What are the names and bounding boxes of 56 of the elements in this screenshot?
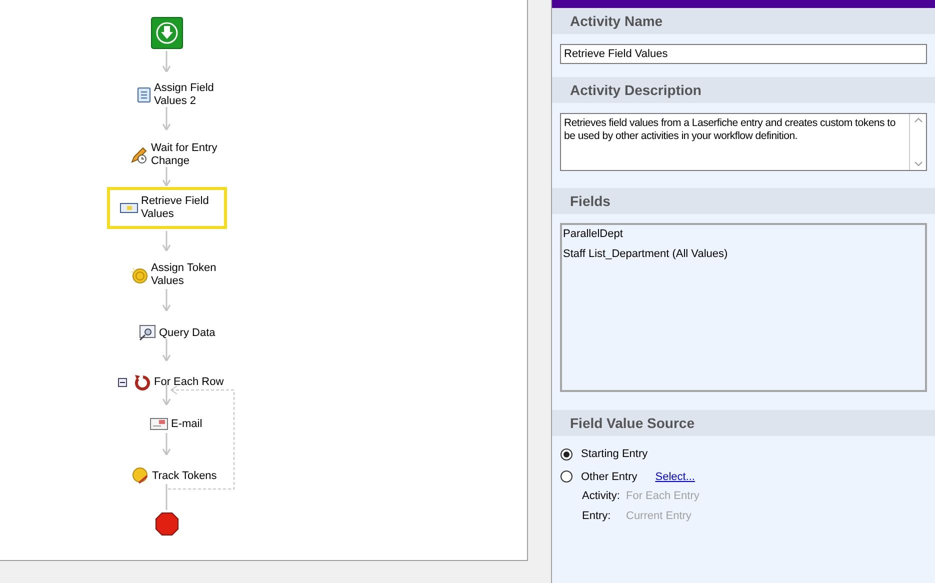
node-label: Track Tokens [152,470,217,482]
stop-icon [155,512,179,536]
connector-arrow [162,51,171,72]
document-icon [137,87,151,103]
start-icon [151,17,183,49]
connector-arrow [162,339,171,361]
node-label: Assign Field Values 2 [154,82,214,108]
activity-node[interactable]: For Each Row [111,365,237,399]
radio-label: Other Entry [581,470,638,484]
connector-arrow [162,289,171,311]
activity-node[interactable]: Assign Token Values [117,254,230,296]
pencil-clock-icon [130,146,148,164]
detail-value: Current Entry [626,508,692,524]
detail-label: Activity: [582,489,621,504]
fields-list[interactable]: ParallelDept Staff List_Department (All Values) [560,223,927,392]
section-header: Fields [552,188,935,214]
description-field[interactable]: Retrieves field values from a Laserfiche entry and creates custom tokens to be used by other activities in your workflow definition. [560,113,927,171]
activity-node[interactable]: Assign Field Values 2 [124,74,227,116]
node-label: E-mail [171,418,202,430]
section-header: Activity Name [552,8,935,34]
activity-node[interactable]: Track Tokens [118,459,230,493]
activity-node[interactable]: E-mail [137,409,216,439]
node-label: Wait for Entry Change [151,142,218,168]
scroll-up-icon[interactable] [914,117,922,123]
connector-arrow [162,433,171,455]
coin-pencil-icon [131,467,149,485]
connector-arrow [162,167,171,186]
node-label: Query Data [159,326,216,340]
radio-button[interactable] [560,470,573,484]
description-text: Retrieves field values from a Laserfiche entry and creates custom tokens to be used by other activities in your workflow definition. [563,116,896,144]
field-item[interactable]: Staff List_Department (All Values) [563,246,924,266]
loop-arrow-icon [133,373,151,391]
detail-label: Entry: [582,508,612,524]
node-label: Assign Token Values [151,262,216,288]
radio-button[interactable] [560,448,573,461]
connector-arrow [162,107,171,130]
select-link[interactable]: Select... [655,468,695,485]
field-item[interactable]: ParallelDept [563,226,924,246]
activity-name-field[interactable]: Retrieve Field Values [560,44,927,64]
activity-node[interactable]: Retrieve Field Values [107,187,227,229]
magnifier-window-icon [138,324,156,342]
connector-arrow [162,384,171,405]
collapse-icon[interactable] [118,378,127,386]
field-card-icon [120,202,138,214]
activity-node[interactable]: Wait for Entry Change [117,134,230,176]
section-header: Activity Description [552,77,935,103]
node-label: For Each Row [154,376,224,388]
detail-value: For Each Entry [626,489,700,504]
envelope-icon [150,417,168,431]
connector-arrow [162,231,171,251]
activity-node[interactable]: Query Data [125,316,228,350]
radio-label: Starting Entry [581,447,648,462]
section-header: Field Value Source [552,410,935,436]
node-label: Retrieve Field Values [141,195,209,221]
coin-icon [130,266,148,284]
scroll-down-icon[interactable] [914,161,922,167]
